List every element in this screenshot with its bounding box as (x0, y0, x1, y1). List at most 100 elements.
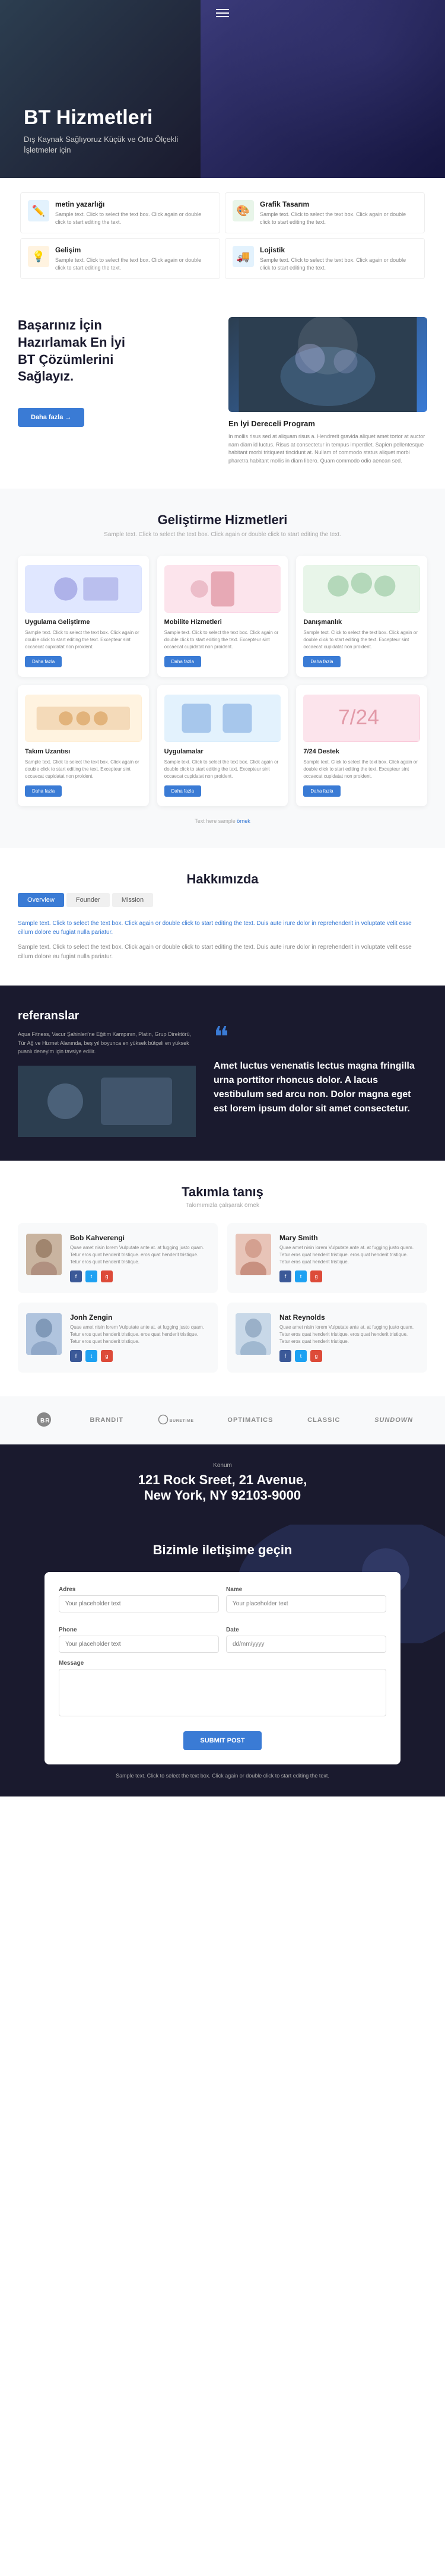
service-item-grafik: 🎨 Grafik Tasarım Sample text. Click to s… (225, 192, 425, 233)
service-info-gelisim: Gelişim Sample text. Click to select the… (55, 246, 212, 271)
form-group-message: Message (59, 1660, 386, 1719)
quote-text: Amet luctus venenatis lectus magna fring… (214, 1059, 427, 1116)
brands-section: BR BRANDIT BURETIME OPTIMATICS CLASSIC S… (0, 1396, 445, 1444)
form-input-message[interactable] (59, 1669, 386, 1716)
dev-card-desc-uygulamalar: Sample text. Click to select the text bo… (164, 759, 281, 780)
dev-card-desc-uygulama: Sample text. Click to select the text bo… (25, 629, 142, 651)
avatar-mary (236, 1234, 271, 1275)
form-group-phone: Phone (59, 1627, 219, 1653)
form-input-name[interactable] (226, 1595, 386, 1612)
dev-card-btn-uygulama[interactable]: Daha fazla (25, 656, 62, 667)
brand-logo-optimatics: OPTIMATICS (227, 1417, 273, 1424)
middle-cta-button[interactable]: Daha fazla → (18, 408, 84, 427)
form-group-address: Adres (59, 1586, 219, 1612)
dev-card-btn-takim[interactable]: Daha fazla (25, 785, 62, 797)
about-tab-mission[interactable]: Mission (112, 893, 153, 907)
dev-card-desc-danismanlik: Sample text. Click to select the text bo… (303, 629, 420, 651)
dev-services-title: Geliştirme Hizmetleri (18, 512, 427, 528)
gplus-icon-bob[interactable]: g (101, 1270, 113, 1282)
dev-card-desc-mobilite: Sample text. Click to select the text bo… (164, 629, 281, 651)
dev-footer-link[interactable]: örnek (237, 818, 250, 824)
team-desc-mary: Quae amet nisin lorem Vulputate ante at.… (279, 1244, 419, 1266)
dev-card-img-mobilite (164, 565, 281, 613)
about-body-text: Sample text. Click to select the text bo… (18, 943, 427, 962)
avatar-bob (26, 1234, 62, 1275)
service-title-lojistik: Lojistik (260, 246, 417, 254)
team-name-mary: Mary Smith (279, 1234, 419, 1242)
references-left-text: Aqua Fitness, Vacur Şahinleri'ne Eğitim … (18, 1030, 196, 1056)
hero-section: BT Hizmetleri Dış Kaynak Sağlıyoruz Küçü… (0, 0, 445, 178)
gplus-icon-nat[interactable]: g (310, 1350, 322, 1362)
service-desc-grafik: Sample text. Click to select the text bo… (260, 211, 417, 226)
form-input-address[interactable] (59, 1595, 219, 1612)
team-info-mary: Mary Smith Quae amet nisin lorem Vulputa… (279, 1234, 419, 1282)
facebook-icon-bob[interactable]: f (70, 1270, 82, 1282)
gplus-icon-john[interactable]: g (101, 1350, 113, 1362)
service-desc-gelisim: Sample text. Click to select the text bo… (55, 256, 212, 271)
brand-logo-1: BR (32, 1411, 56, 1430)
facebook-icon-john[interactable]: f (70, 1350, 82, 1362)
team-section: Takımla tanış Takımımızla çalışarak örne… (0, 1161, 445, 1396)
dev-card-title-uygulama: Uygulama Geliştirme (25, 619, 142, 626)
form-submit-area: SUBMIT POST (59, 1726, 386, 1750)
dev-card-title-uygulamalar: Uygulamalar (164, 748, 281, 755)
avatar-nat (236, 1313, 271, 1355)
about-tab-overview[interactable]: Overview (18, 893, 64, 907)
dev-card-btn-destek[interactable]: Daha fazla (303, 785, 340, 797)
references-section: referanslar Aqua Fitness, Vacur Şahinler… (0, 986, 445, 1160)
middle-title: Başarınız İçin Hazırlamak En İyi BT Çözü… (18, 317, 217, 385)
gplus-icon-mary[interactable]: g (310, 1270, 322, 1282)
team-name-john: Jonh Zengin (70, 1313, 209, 1322)
form-label-address: Adres (59, 1586, 219, 1593)
team-socials-mary: f t g (279, 1270, 419, 1282)
form-input-phone[interactable] (59, 1636, 219, 1653)
middle-right-title: En İyi Dereceli Program (228, 419, 427, 428)
service-info-lojistik: Lojistik Sample text. Click to select th… (260, 246, 417, 271)
service-title-grafik: Grafik Tasarım (260, 200, 417, 208)
team-desc-bob: Quae amet nisin lorem Vulputate ante at.… (70, 1244, 209, 1266)
dev-card-btn-uygulamalar[interactable]: Daha fazla (164, 785, 201, 797)
references-right: ❝ Amet luctus venenatis lectus magna fri… (214, 1009, 427, 1136)
services-section: ✏️ metin yazarlığı Sample text. Click to… (0, 178, 445, 293)
service-icon-grafik: 🎨 (233, 200, 254, 221)
hamburger-menu[interactable] (216, 9, 229, 17)
middle-left: Başarınız İçin Hazırlamak En İyi BT Çözü… (18, 317, 228, 426)
twitter-icon-nat[interactable]: t (295, 1350, 307, 1362)
quote-icon: ❝ (214, 1024, 427, 1052)
team-title: Takımla tanış (18, 1184, 427, 1200)
dev-card-uygulamalar: Uygulamalar Sample text. Click to select… (157, 685, 288, 806)
contact-info-label: Konum (18, 1462, 427, 1469)
dev-card-img-danismanlik (303, 565, 420, 613)
brand-logo-sundown: Sundown (374, 1417, 413, 1424)
contact-form-card: Adres Name Phone Date Message (44, 1572, 401, 1764)
contact-form-footer-text: Sample text. Click to select the text bo… (18, 1773, 427, 1779)
team-subtitle: Takımımızla çalışarak örnek (18, 1202, 427, 1209)
about-highlight-text: Sample text. Click to select the text bo… (18, 919, 427, 937)
team-info-john: Jonh Zengin Quae amet nisin lorem Vulput… (70, 1313, 209, 1362)
brand-logo-buretime: BURETIME (158, 1411, 193, 1430)
hero-overlay (201, 0, 445, 178)
dev-footer: Text here sample örnek (18, 818, 427, 824)
dev-card-title-destek: 7/24 Destek (303, 748, 420, 755)
service-item-lojistik: 🚚 Lojistik Sample text. Click to select … (225, 238, 425, 279)
facebook-icon-nat[interactable]: f (279, 1350, 291, 1362)
references-title: referanslar (18, 1009, 196, 1023)
contact-info-address: 121 Rock Sreet, 21 Avenue,New York, NY 9… (18, 1472, 427, 1503)
form-submit-button[interactable]: SUBMIT POST (183, 1731, 261, 1750)
dev-card-desc-destek: Sample text. Click to select the text bo… (303, 759, 420, 780)
facebook-icon-mary[interactable]: f (279, 1270, 291, 1282)
middle-right: En İyi Dereceli Program In mollis risus … (228, 317, 427, 465)
twitter-icon-bob[interactable]: t (85, 1270, 97, 1282)
dev-card-destek: 7/24 7/24 Destek Sample text. Click to s… (296, 685, 427, 806)
dev-card-btn-mobilite[interactable]: Daha fazla (164, 656, 201, 667)
avatar-john (26, 1313, 62, 1355)
twitter-icon-mary[interactable]: t (295, 1270, 307, 1282)
team-card-mary: Mary Smith Quae amet nisin lorem Vulputa… (227, 1223, 427, 1293)
twitter-icon-john[interactable]: t (85, 1350, 97, 1362)
about-tab-founder[interactable]: Founder (66, 893, 110, 907)
dev-card-btn-danismanlik[interactable]: Daha fazla (303, 656, 340, 667)
service-title-metin: metin yazarlığı (55, 200, 212, 208)
about-section: Hakkımızda Overview Founder Mission Samp… (0, 848, 445, 986)
form-input-date[interactable] (226, 1636, 386, 1653)
service-title-gelisim: Gelişim (55, 246, 212, 254)
